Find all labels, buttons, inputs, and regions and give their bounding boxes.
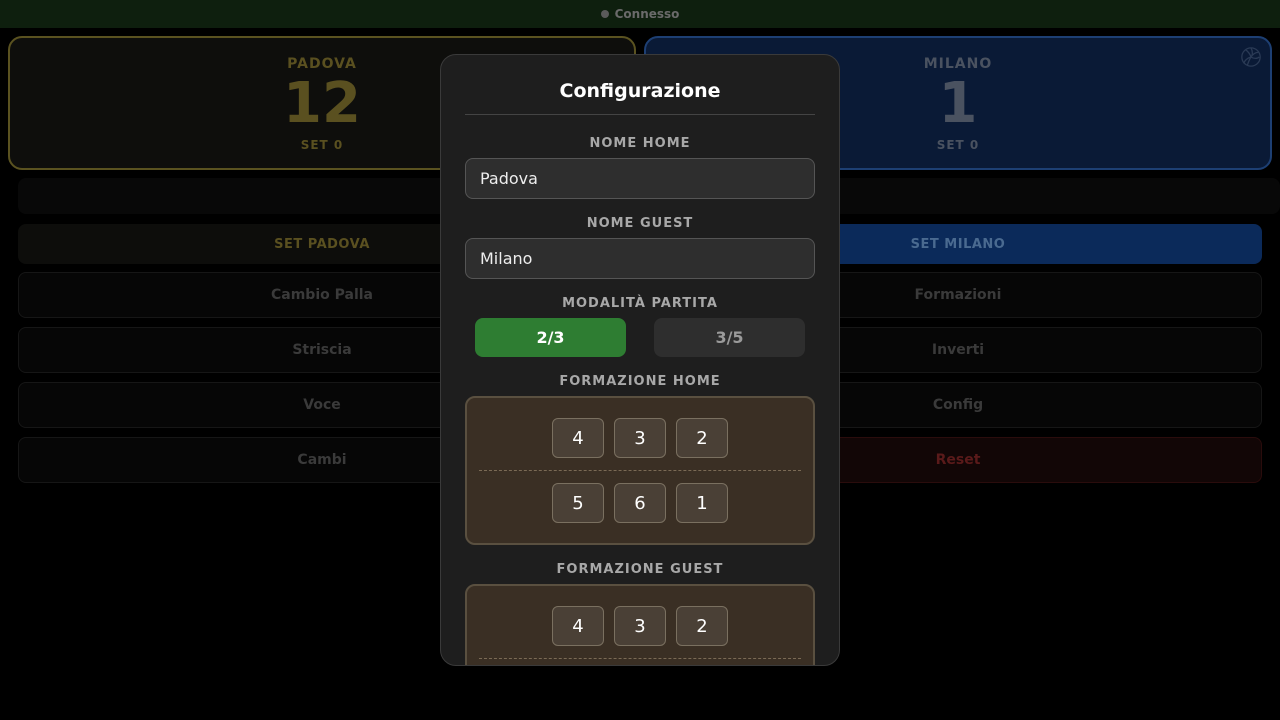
home-position[interactable]: 6 (614, 483, 666, 523)
home-position[interactable]: 5 (552, 483, 604, 523)
status-dot-icon (600, 10, 609, 18)
config-modal: Configurazione NOME HOME NOME GUEST MODA… (440, 54, 840, 666)
guest-formation-label: FORMAZIONE GUEST (556, 562, 724, 577)
match-mode-label: MODALITÀ PARTITA (562, 296, 718, 311)
home-name-label: NOME HOME (589, 136, 691, 151)
home-position[interactable]: 1 (676, 483, 728, 523)
connection-status-text: Connesso (614, 7, 680, 21)
home-position[interactable]: 3 (614, 418, 666, 458)
home-front-row: 4 3 2 (467, 418, 813, 458)
guest-position[interactable]: 3 (614, 606, 666, 646)
match-mode-selector: 2/3 3/5 (465, 318, 815, 357)
net-line (479, 470, 801, 471)
modal-title: Configurazione (465, 80, 815, 115)
connection-status-bar: Connesso (0, 0, 1280, 28)
home-position[interactable]: 4 (552, 418, 604, 458)
guest-position[interactable]: 4 (552, 606, 604, 646)
guest-front-row: 4 3 2 (467, 606, 813, 646)
mode-3-5-button[interactable]: 3/5 (654, 318, 805, 357)
home-name-input[interactable] (465, 158, 815, 199)
guest-position[interactable]: 2 (676, 606, 728, 646)
volleyball-icon (1241, 47, 1261, 67)
home-formation-label: FORMAZIONE HOME (559, 374, 721, 389)
guest-name-label: NOME GUEST (586, 216, 694, 231)
home-position[interactable]: 2 (676, 418, 728, 458)
net-line (479, 658, 801, 659)
guest-formation-court: 4 3 2 (465, 584, 815, 665)
home-back-row: 5 6 1 (467, 483, 813, 523)
guest-name-input[interactable] (465, 238, 815, 279)
mode-2-3-button[interactable]: 2/3 (475, 318, 626, 357)
home-formation-court: 4 3 2 5 6 1 (465, 396, 815, 545)
